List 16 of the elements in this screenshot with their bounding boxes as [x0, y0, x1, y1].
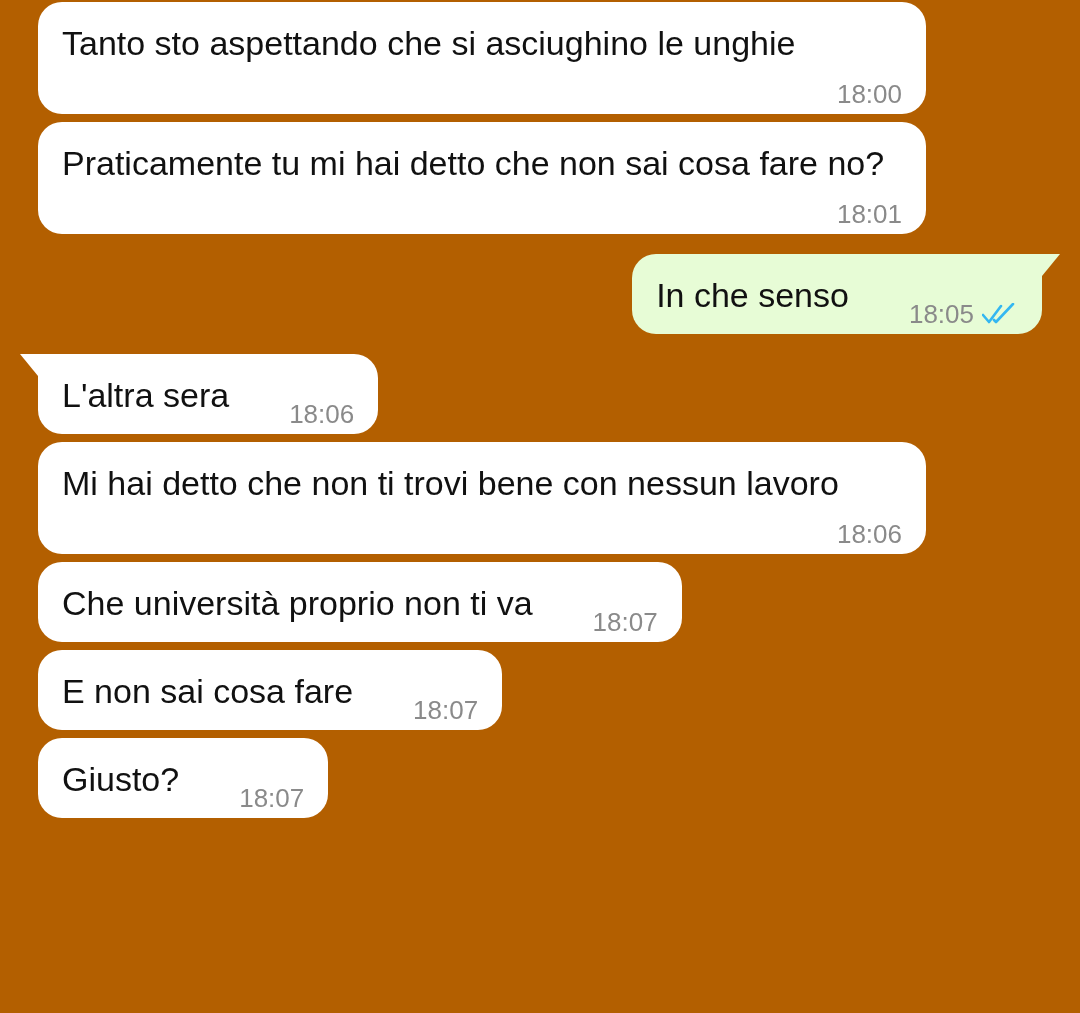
message-text: Tanto sto aspettando che si asciughino le unghie: [62, 23, 796, 64]
message-text: L'altra sera: [62, 375, 230, 416]
message-text: Giusto?: [62, 759, 180, 800]
message-time: 18:07: [239, 782, 305, 814]
message-text: E non sai cosa fare: [62, 671, 354, 712]
message-time: 18:00: [836, 78, 902, 110]
message-time: 18:06: [836, 518, 902, 550]
message-time: 18:06: [289, 398, 355, 430]
message-time: 18:05: [908, 298, 974, 330]
message-text: Che università proprio non ti va: [62, 583, 533, 624]
message-time: 18:07: [413, 694, 479, 726]
message-text: In che senso: [656, 275, 849, 316]
message-time: 18:07: [592, 606, 658, 638]
message-text: Praticamente tu mi hai detto che non sai cosa fare no?: [62, 143, 885, 184]
message-text: Mi hai detto che non ti trovi bene con nessun lavoro: [62, 463, 839, 504]
message-time: 18:01: [836, 198, 902, 230]
